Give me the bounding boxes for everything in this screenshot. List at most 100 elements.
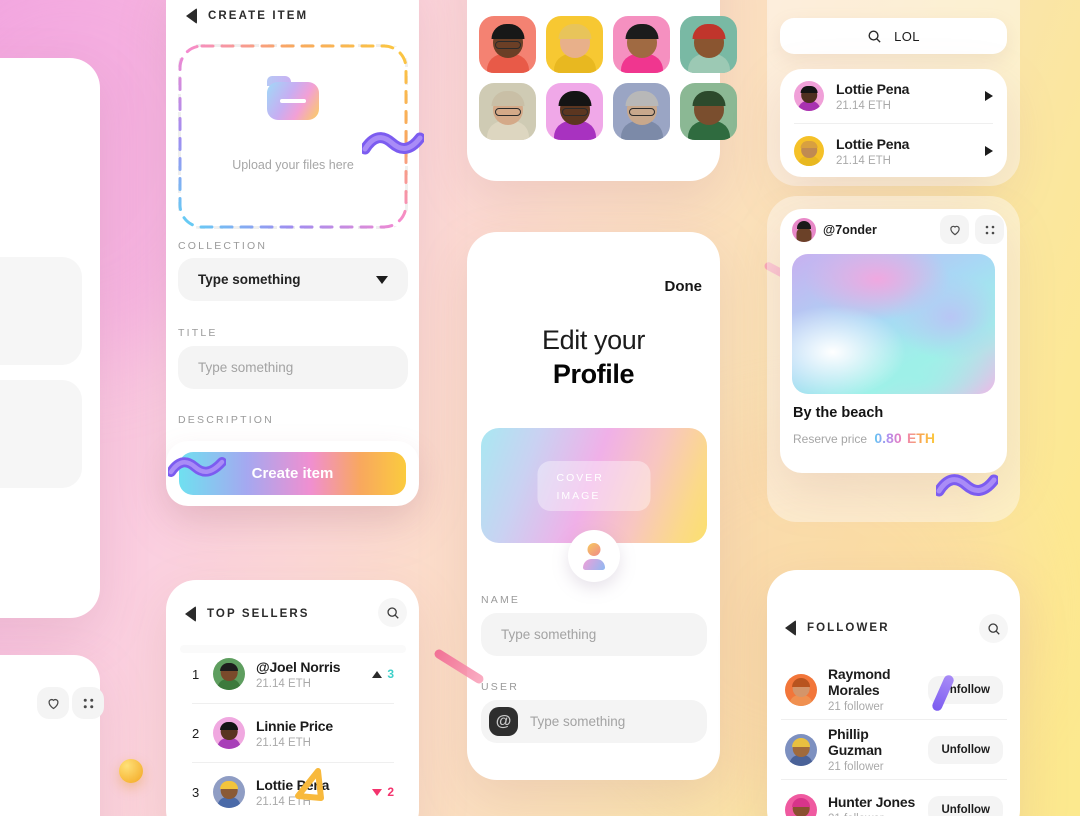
at-prefix-icon: @ [489,707,518,736]
create-item-title: CREATE ITEM [208,10,309,22]
seller-price: 21.14 ETH [256,677,311,690]
edit-profile-title-line1: Edit your [542,325,645,355]
rank-number: 1 [192,666,200,682]
nft-option-image[interactable]: Image JPG or PNG [0,257,82,365]
create-item-panel: CREATE ITEM Upload your files here COLLE… [166,0,426,506]
follower-header: FOLLOWER [785,620,890,636]
done-button[interactable]: Done [665,278,703,295]
avatar-grid-tile[interactable] [613,16,670,73]
avatar-grid-tile[interactable] [680,16,737,73]
back-arrow-icon[interactable] [186,8,197,24]
user-placeholder: Type something [530,714,626,729]
avatar [213,658,245,690]
nft-more-button[interactable] [975,215,1004,244]
description-label: DESCRIPTION [178,414,274,426]
back-arrow-icon[interactable] [785,620,796,636]
nft-artwork[interactable] [792,254,995,394]
grid-dots-icon [83,698,93,708]
nft-card: @7onder By the beach Reserve price 0.80 … [780,209,1007,473]
name-label: NAME [481,594,521,606]
top-sellers-search-button[interactable] [378,598,407,627]
top-sellers-title: TOP SELLERS [207,608,310,620]
collection-select[interactable]: Type something [178,258,408,301]
avatar-grid-tile[interactable] [546,16,603,73]
seller-price: 21.14 ETH [256,736,311,749]
list-item[interactable]: Hunter Jones 21 follower Unfollow [781,780,1007,816]
dropzone-dashed-border [178,44,408,229]
glasses-icon [494,41,521,49]
trend-down-icon [372,788,383,796]
more-button[interactable] [72,687,104,719]
chevron-right-icon[interactable] [985,146,993,156]
follower-name: Raymond Morales [828,666,891,698]
nft-like-button[interactable] [940,215,969,244]
nft-card-avatar[interactable] [792,218,816,242]
unfollow-button[interactable]: Unfollow [928,735,1003,764]
title-placeholder: Type something [198,360,294,375]
avatar [213,776,245,808]
follower-rows: Raymond Morales 21 follower Unfollow Phi… [781,660,1007,816]
cover-image[interactable]: COVER IMAGE [481,428,707,543]
avatar-grid-tile[interactable] [613,83,670,140]
name-input[interactable]: Type something [481,613,707,656]
edit-profile-title-line2: Profile [552,359,635,389]
user-label: USER [481,681,519,693]
cover-image-label-pill[interactable]: COVER IMAGE [537,460,651,511]
list-item[interactable]: Phillip Guzman 21 follower Unfollow [781,720,1007,779]
list-item[interactable]: Lottie Pena 21.14 ETH [780,69,1007,123]
unfollow-button[interactable]: Unfollow [928,795,1003,816]
chevron-down-icon [376,275,388,284]
follower-search-button[interactable] [979,614,1008,643]
top-sellers-header: TOP SELLERS [185,606,310,622]
follower-count: 21 follower [828,761,884,773]
upload-dropzone[interactable]: Upload your files here [178,44,408,229]
avatar [794,81,824,111]
avatar [785,733,817,766]
result-price: 21.14 ETH [836,154,891,167]
avatar-grid-tile[interactable] [546,83,603,140]
follower-count: 21 follower [828,701,884,713]
search-icon [868,30,881,43]
avatar [213,717,245,749]
chevron-right-icon[interactable] [985,91,993,101]
heart-icon [949,225,960,235]
result-price: 21.14 ETH [836,99,891,112]
seller-name: @Joel Norris [256,658,341,675]
create-item-button-label: Create item [251,465,334,482]
avatar [785,793,817,816]
nft-info-panel: an NFT ny aspects in its uilt on the....… [0,58,100,618]
trend-indicator: 2 [372,785,394,799]
create-item-button[interactable]: Create item [179,452,406,495]
like-button[interactable] [37,687,69,719]
table-row[interactable]: 1 @Joel Norris 21.14 ETH 3 [180,645,406,703]
name-placeholder: Type something [501,627,597,642]
nft-title: By the beach [793,405,884,421]
trend-indicator: 3 [372,667,394,681]
cover-image-label: COVER IMAGE [556,471,604,502]
search-icon [386,606,399,619]
search-value: LOL [894,28,920,44]
edit-profile-title: Edit your Profile [467,325,720,390]
avatar-grid-tile[interactable] [479,16,536,73]
profile-avatar[interactable] [567,530,620,582]
avatar-grid-tile[interactable] [680,83,737,140]
follower-title: FOLLOWER [807,622,890,634]
list-item[interactable]: Lottie Pena 21.14 ETH [780,124,1007,178]
avatar-grid [479,16,737,140]
title-input[interactable]: Type something [178,346,408,389]
list-item[interactable]: Raymond Morales 21 follower Unfollow [781,660,1007,719]
nft-card-username: @7onder [823,223,877,237]
table-row[interactable]: 2 Linnie Price 21.14 ETH [180,704,406,762]
rank-number: 3 [192,784,200,800]
search-bar[interactable]: LOL [780,18,1007,54]
folder-icon [267,76,319,120]
back-arrow-icon[interactable] [185,606,196,622]
orange-sphere-decor [119,759,143,783]
avatar-grid-panel [467,0,737,181]
collection-label: COLLECTION [178,240,268,252]
avatar-grid-tile[interactable] [479,83,536,140]
user-input[interactable]: @ Type something [481,700,707,743]
glasses-icon [561,108,588,116]
nft-option-video[interactable]: Video MP4 or MOV [0,380,82,488]
avatar [794,136,824,166]
